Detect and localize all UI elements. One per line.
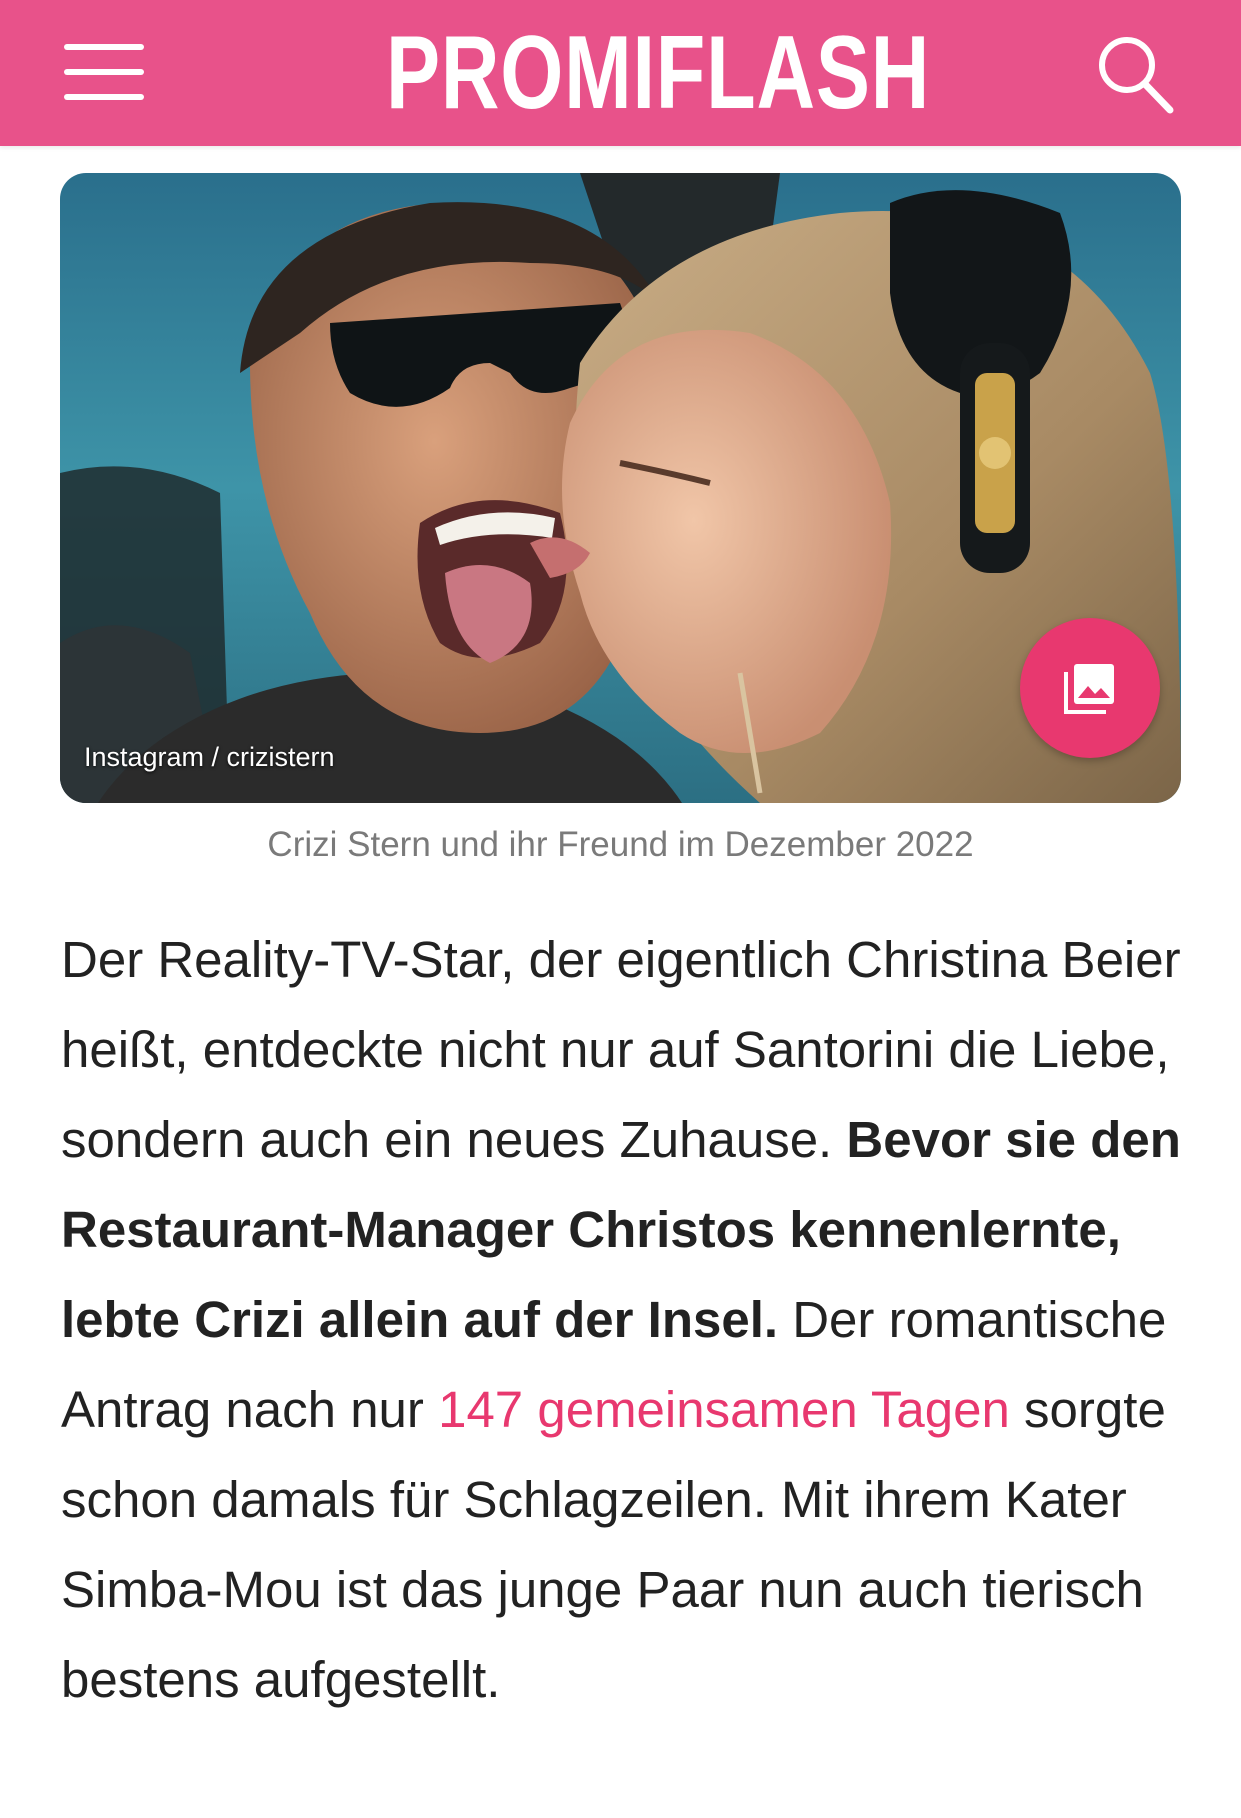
gallery-button[interactable] (1020, 618, 1160, 758)
photo-caption: Crizi Stern und ihr Freund im Dezember 2… (267, 825, 974, 864)
article-photo[interactable]: Instagram / crizistern (60, 173, 1181, 803)
couple-kiss-photo (60, 173, 1181, 803)
photo-credit: Instagram / crizistern (84, 742, 335, 772)
search-icon (1099, 37, 1174, 114)
article-paragraph: Der Reality-TV-Star, der eigentlich Chri… (61, 915, 1191, 1725)
menu-button[interactable] (60, 44, 146, 100)
search-button[interactable] (1090, 28, 1180, 118)
article-link[interactable]: 147 gemeinsamen Tagen (438, 1381, 1010, 1438)
top-header: PROMIFLASH (0, 0, 1241, 146)
photo-gallery-icon (1064, 664, 1114, 714)
site-logo[interactable]: PROMIFLASH (386, 14, 929, 132)
